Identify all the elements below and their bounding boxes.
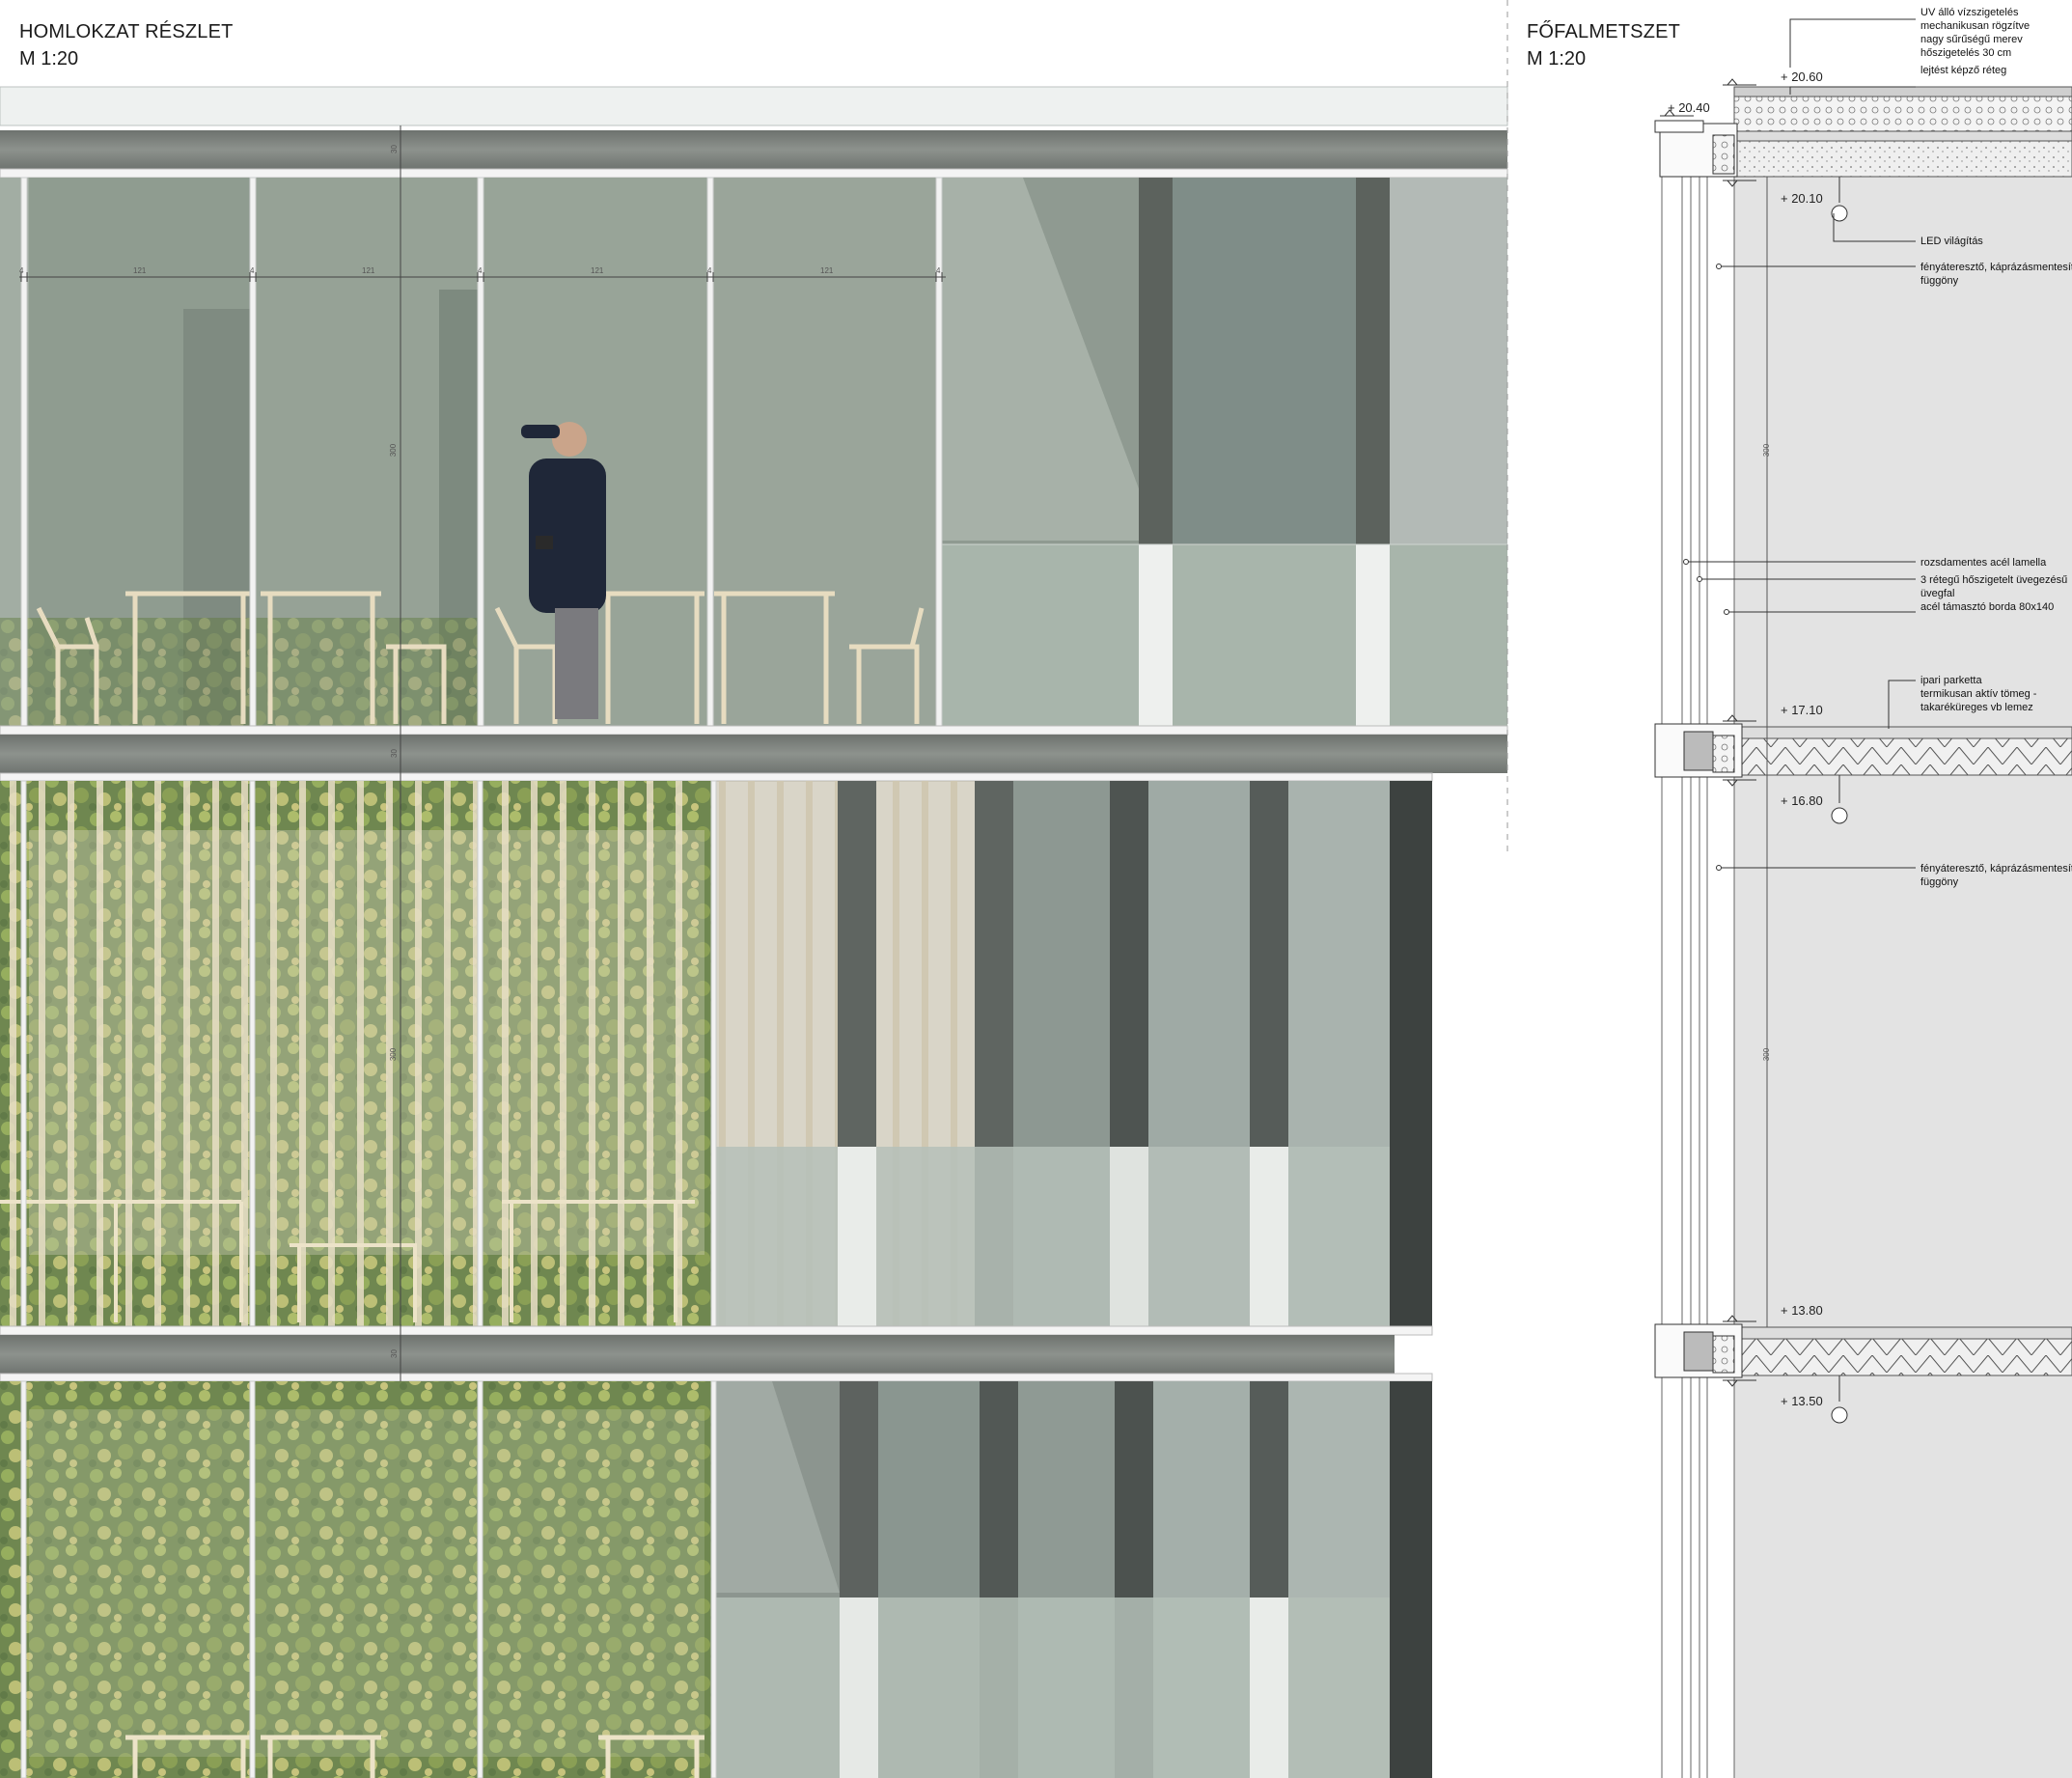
annotation-roof-line-5: lejtést képző réteg xyxy=(1920,65,2007,76)
facade-elevation xyxy=(0,0,1508,1778)
annotation-roof-line-1: UV álló vízszigetelés xyxy=(1920,7,2019,18)
interior-space xyxy=(1734,177,2072,1778)
annotation-curtain-2: fényáteresztő, káprázásmentesítő függöny xyxy=(1920,862,2072,889)
dim-floor-height-2: 300 xyxy=(389,1047,399,1062)
annotation-curtain-1-line-1: fényáteresztő, káprázásmentesítő xyxy=(1920,262,2072,273)
dim-slab-1: 30 xyxy=(389,749,399,758)
level-ceiling-2: + 16.80 xyxy=(1781,793,1823,808)
slab-floor-2 xyxy=(0,1335,1395,1374)
annotation-curtain-1-line-2: függöny xyxy=(1920,275,1959,287)
section-dim-floor-2: 300 xyxy=(1762,1047,1772,1062)
annotation-curtain-2-line-1: fényáteresztő, káprázásmentesítő xyxy=(1920,863,2072,875)
annotation-curtain-1: fényáteresztő, káprázásmentesítő függöny xyxy=(1920,261,2072,288)
dim-module-2: 121 xyxy=(362,266,375,275)
dim-mullion-2: 4 xyxy=(250,266,255,275)
annotation-roof-line-3: nagy sűrűségű merev xyxy=(1920,34,2023,45)
annotation-roof: UV álló vízszigetelés mechanikusan rögzí… xyxy=(1920,6,2030,77)
dim-module-3: 121 xyxy=(591,266,604,275)
dim-mullion-3: 4 xyxy=(478,266,483,275)
level-roof-top: + 20.60 xyxy=(1781,69,1823,84)
annotation-glazing-line-2: üvegfal xyxy=(1920,588,1955,599)
annotation-floor-line-2: termikusan aktív tömeg - xyxy=(1920,688,2037,700)
annotation-glazing-line-1: 3 rétegű hőszigetelt üvegezésű xyxy=(1920,574,2068,586)
dim-module-4: 121 xyxy=(820,266,834,275)
section-dim-floor-1: 300 xyxy=(1762,443,1772,458)
slab-floor-1 xyxy=(0,735,1507,773)
dim-mullion-1: 4 xyxy=(19,266,24,275)
annotation-roof-line-4: hőszigetelés 30 cm xyxy=(1920,47,2012,59)
dim-module-1: 121 xyxy=(133,266,147,275)
level-parapet: + 20.40 xyxy=(1668,100,1710,115)
level-ceiling-3: + 20.10 xyxy=(1781,191,1823,206)
roof-slab xyxy=(0,130,1507,169)
dim-slab-roof: 30 xyxy=(389,145,399,153)
dim-mullion-5: 4 xyxy=(936,266,941,275)
annotation-floor-line-1: ipari parketta xyxy=(1920,675,1982,686)
annotation-curtain-2-line-2: függöny xyxy=(1920,876,1959,888)
dim-mullion-4: 4 xyxy=(707,266,712,275)
level-floor-2: + 13.80 xyxy=(1781,1303,1823,1318)
dim-slab-2: 30 xyxy=(389,1349,399,1358)
annotation-glazing: 3 rétegű hőszigetelt üvegezésű üvegfal xyxy=(1920,573,2067,600)
annotation-lamella: rozsdamentes acél lamella xyxy=(1920,557,2047,569)
level-floor-3: + 17.10 xyxy=(1781,703,1823,717)
annotation-floor: ipari parketta termikusan aktív tömeg - … xyxy=(1920,674,2036,714)
annotation-rib: acél támasztó borda 80x140 xyxy=(1920,601,2055,613)
level-ceiling-1: + 13.50 xyxy=(1781,1394,1823,1408)
annotation-floor-line-3: takaréküreges vb lemez xyxy=(1920,702,2033,713)
annotation-roof-line-2: mechanikusan rögzítve xyxy=(1920,20,2031,32)
annotation-led: LED világítás xyxy=(1920,236,1983,247)
dim-floor-height-1: 300 xyxy=(389,443,399,458)
